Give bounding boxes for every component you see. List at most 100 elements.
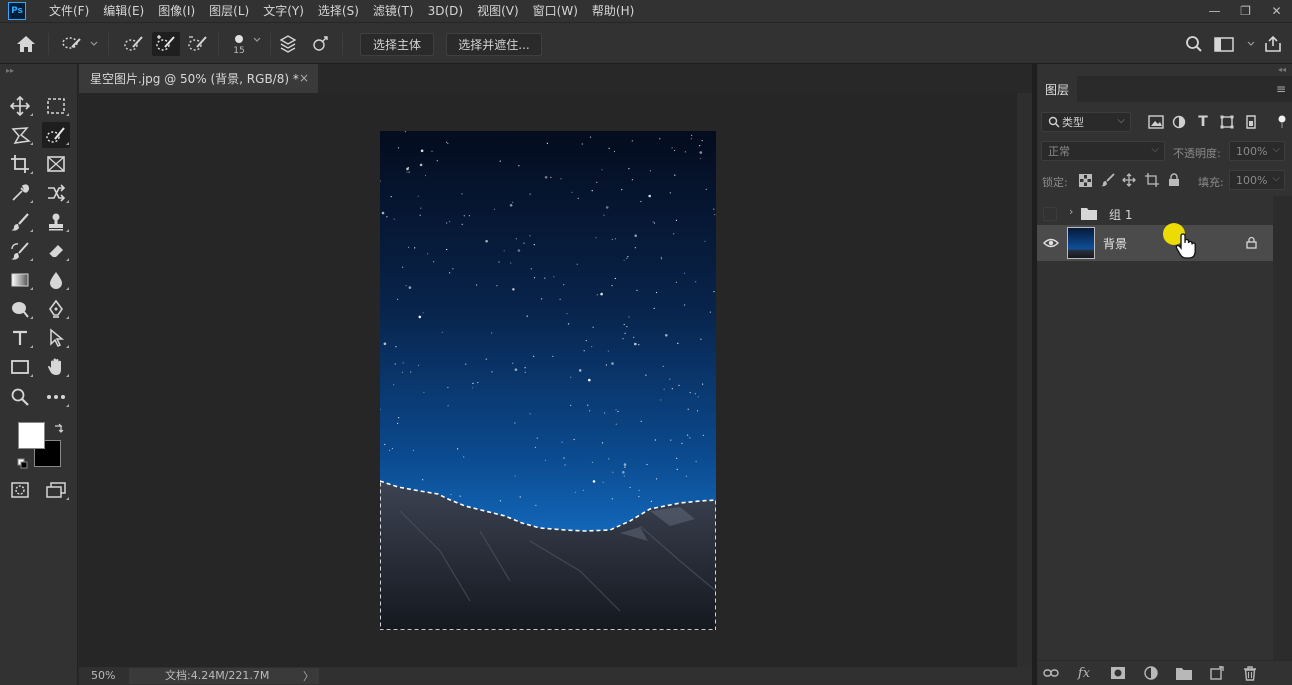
menu-select[interactable]: 选择(S) <box>311 0 366 22</box>
document-tab[interactable]: 星空图片.jpg @ 50% (背景, RGB/8) * × <box>79 64 318 93</box>
filter-smart-object-button[interactable] <box>1242 113 1260 131</box>
share-button[interactable] <box>1262 32 1284 56</box>
star <box>394 363 396 365</box>
lock-position-button[interactable] <box>1120 171 1138 189</box>
fill-field[interactable]: 100% ⌵ <box>1229 170 1285 190</box>
menu-view[interactable]: 视图(V) <box>470 0 526 22</box>
panel-grip-icon[interactable]: ▸▸ <box>6 66 14 75</box>
default-colors-button[interactable] <box>17 458 29 473</box>
panel-menu-icon[interactable]: ≡ <box>1276 82 1286 96</box>
layers-scrollbar[interactable] <box>1273 196 1292 660</box>
lock-transparent-button[interactable] <box>1076 171 1094 189</box>
type-tool[interactable] <box>6 325 34 351</box>
menu-filter[interactable]: 滤镜(T) <box>366 0 421 22</box>
visibility-toggle-empty[interactable] <box>1043 207 1057 221</box>
quick-mask-button[interactable] <box>6 477 34 503</box>
zoom-level[interactable]: 50% <box>91 669 115 682</box>
minimize-button[interactable]: — <box>1199 0 1230 22</box>
star <box>514 422 516 424</box>
layer-filter-select[interactable]: 类型 ⌵ <box>1041 112 1131 132</box>
select-subject-button[interactable]: 选择主体 <box>360 33 434 56</box>
menu-3d[interactable]: 3D(D) <box>421 0 470 22</box>
brush-size-picker[interactable]: 15 <box>224 32 264 56</box>
menu-help[interactable]: 帮助(H) <box>585 0 641 22</box>
subtract-from-selection-mode[interactable] <box>184 32 212 56</box>
star <box>638 489 640 491</box>
marquee-tool[interactable] <box>42 93 70 119</box>
home-button[interactable] <box>12 32 40 56</box>
opacity-field[interactable]: 100% ⌵ <box>1229 141 1285 161</box>
star <box>699 158 701 160</box>
edit-toolbar-button[interactable] <box>42 384 70 410</box>
content-aware-move-tool[interactable] <box>42 180 70 206</box>
gradient-tool[interactable] <box>6 267 34 293</box>
new-group-button[interactable] <box>1174 664 1194 682</box>
pen-tool[interactable] <box>42 296 70 322</box>
dodge-tool[interactable] <box>6 296 34 322</box>
new-adjustment-layer-button[interactable] <box>1141 664 1161 682</box>
screen-mode-button[interactable] <box>42 477 70 503</box>
clone-stamp-tool[interactable] <box>42 209 70 235</box>
new-layer-button[interactable] <box>1207 664 1227 682</box>
mask-icon <box>1111 667 1125 679</box>
folder-icon <box>1081 208 1097 220</box>
restore-button[interactable]: ❐ <box>1230 0 1261 22</box>
close-document-button[interactable]: × <box>299 71 309 85</box>
filter-shape-button[interactable] <box>1218 113 1236 131</box>
filter-toggle-button[interactable] <box>1273 113 1291 131</box>
select-and-mask-button[interactable]: 选择并遮住... <box>446 33 542 56</box>
menu-window[interactable]: 窗口(W) <box>526 0 585 22</box>
rectangle-tool[interactable] <box>6 354 34 380</box>
crop-tool[interactable] <box>6 151 34 177</box>
menu-file[interactable]: 文件(F) <box>42 0 96 22</box>
menu-edit[interactable]: 编辑(E) <box>96 0 151 22</box>
star <box>671 388 673 390</box>
menu-layer[interactable]: 图层(L) <box>202 0 256 22</box>
eyedropper-tool[interactable] <box>6 180 34 206</box>
close-window-button[interactable]: ✕ <box>1261 0 1292 22</box>
new-selection-mode[interactable] <box>120 32 148 56</box>
starry-sky-image[interactable] <box>380 131 716 630</box>
layer-row-background[interactable]: 背景 <box>1037 225 1273 261</box>
layer-style-button[interactable]: fx <box>1074 664 1094 682</box>
search-button[interactable] <box>1182 32 1206 56</box>
eraser-tool[interactable] <box>42 238 70 264</box>
link-layers-button[interactable] <box>1041 664 1061 682</box>
history-brush-tool[interactable] <box>6 238 34 264</box>
tool-preset-picker[interactable] <box>56 32 100 56</box>
star <box>544 459 546 461</box>
zoom-tool[interactable] <box>6 384 34 410</box>
delete-layer-button[interactable] <box>1240 664 1260 682</box>
brush-tool[interactable] <box>6 209 34 235</box>
frame-tool[interactable] <box>42 151 70 177</box>
lock-all-button[interactable] <box>1165 171 1183 189</box>
move-tool[interactable] <box>6 93 34 119</box>
blur-tool[interactable] <box>42 267 70 293</box>
star <box>570 376 572 378</box>
add-mask-button[interactable] <box>1108 664 1128 682</box>
menu-type[interactable]: 文字(Y) <box>256 0 311 22</box>
swap-colors-button[interactable] <box>53 422 65 437</box>
lasso-tool[interactable] <box>6 122 34 148</box>
enhance-edge-button[interactable] <box>308 32 332 56</box>
tab-layers[interactable]: 图层 <box>1037 76 1077 102</box>
hand-tool[interactable] <box>42 354 70 380</box>
chevron-right-icon[interactable]: › <box>1069 205 1073 218</box>
status-menu-arrow[interactable]: 〉 <box>303 668 314 684</box>
lock-pixels-button[interactable] <box>1099 171 1117 189</box>
add-to-selection-mode[interactable] <box>152 32 180 56</box>
lock-artboard-button[interactable] <box>1143 171 1161 189</box>
sample-all-layers-button[interactable] <box>276 32 300 56</box>
menu-image[interactable]: 图像(I) <box>151 0 202 22</box>
quick-selection-tool[interactable] <box>42 122 70 148</box>
workspace-switcher[interactable] <box>1212 32 1258 56</box>
filter-adjustment-button[interactable] <box>1170 113 1188 131</box>
foreground-color-swatch[interactable] <box>18 422 45 449</box>
filter-type-button[interactable]: T <box>1194 113 1212 131</box>
eye-icon[interactable] <box>1043 238 1059 248</box>
path-selection-tool[interactable] <box>42 325 70 351</box>
panel-collapse-icon[interactable]: ◂◂ <box>1278 65 1286 74</box>
filter-pixel-button[interactable] <box>1147 113 1165 131</box>
blend-mode-select[interactable]: 正常 ⌵ <box>1041 141 1165 161</box>
canvas-vertical-scrollbar[interactable] <box>1017 93 1032 667</box>
